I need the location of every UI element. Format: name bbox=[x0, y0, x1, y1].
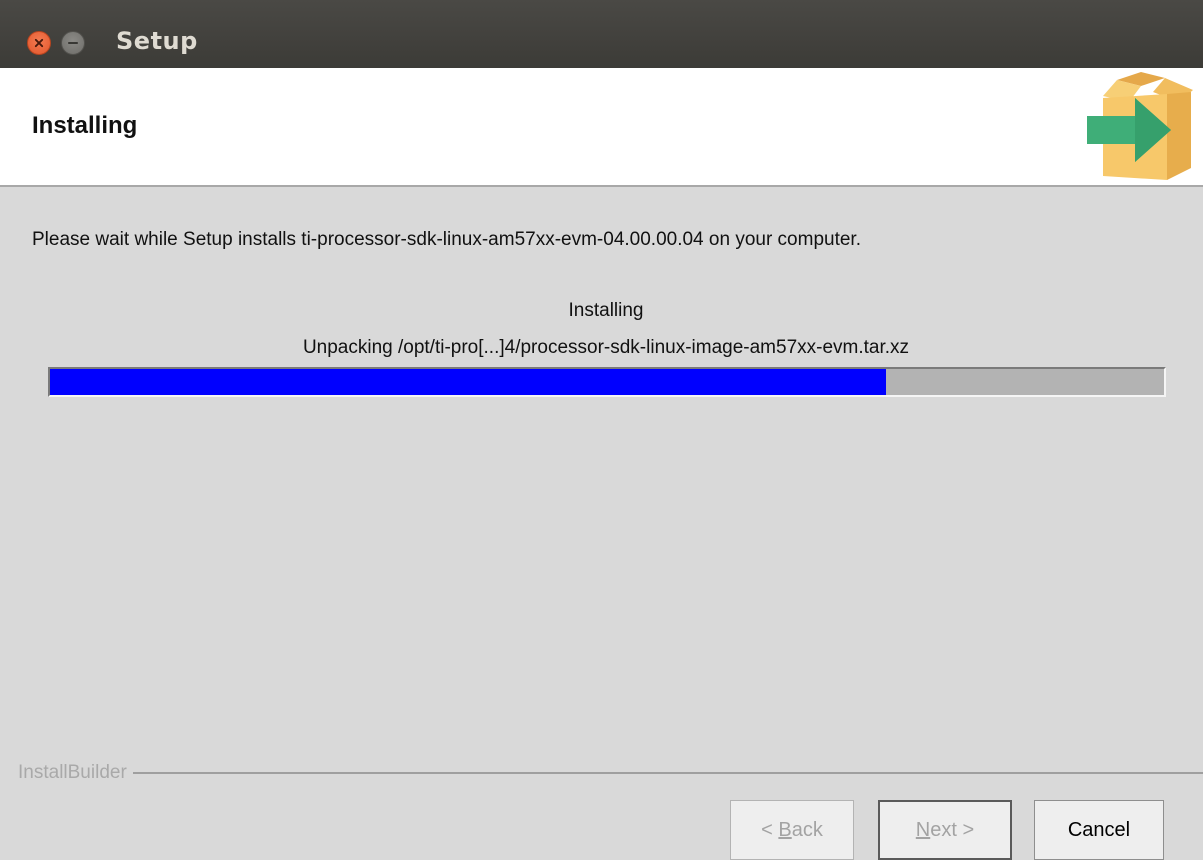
cancel-button[interactable]: Cancel bbox=[1034, 800, 1164, 860]
back-button[interactable]: < Back bbox=[730, 800, 854, 860]
progress-bar-fill bbox=[50, 369, 886, 395]
status-detail: Unpacking /opt/ti-pro[...]4/processor-sd… bbox=[302, 337, 910, 358]
install-description: Please wait while Setup installs ti-proc… bbox=[32, 229, 861, 250]
next-button[interactable]: Next > bbox=[878, 800, 1012, 860]
window-title: Setup bbox=[116, 27, 198, 55]
header-panel: Installing bbox=[0, 68, 1203, 187]
title-bar[interactable]: Setup bbox=[0, 0, 1203, 68]
progress-bar bbox=[48, 367, 1166, 397]
separator-line bbox=[18, 772, 1203, 774]
brand-separator: InstallBuilder bbox=[18, 762, 1203, 786]
close-icon bbox=[34, 38, 44, 48]
back-prefix: < bbox=[761, 818, 779, 841]
minimize-button[interactable] bbox=[61, 31, 85, 55]
minimize-icon bbox=[67, 42, 79, 44]
next-rest: ext bbox=[930, 818, 957, 841]
setup-window: Setup Installing Please wait while Setup… bbox=[0, 0, 1203, 860]
back-mnemonic: B bbox=[778, 818, 792, 841]
next-mnemonic: N bbox=[915, 818, 931, 841]
back-rest: ack bbox=[791, 818, 823, 841]
page-title: Installing bbox=[32, 112, 138, 139]
close-button[interactable] bbox=[27, 31, 51, 55]
status-title: Installing bbox=[568, 300, 644, 321]
next-suffix: > bbox=[956, 818, 975, 841]
brand-label: InstallBuilder bbox=[18, 762, 133, 784]
package-arrow-icon bbox=[1087, 72, 1193, 180]
